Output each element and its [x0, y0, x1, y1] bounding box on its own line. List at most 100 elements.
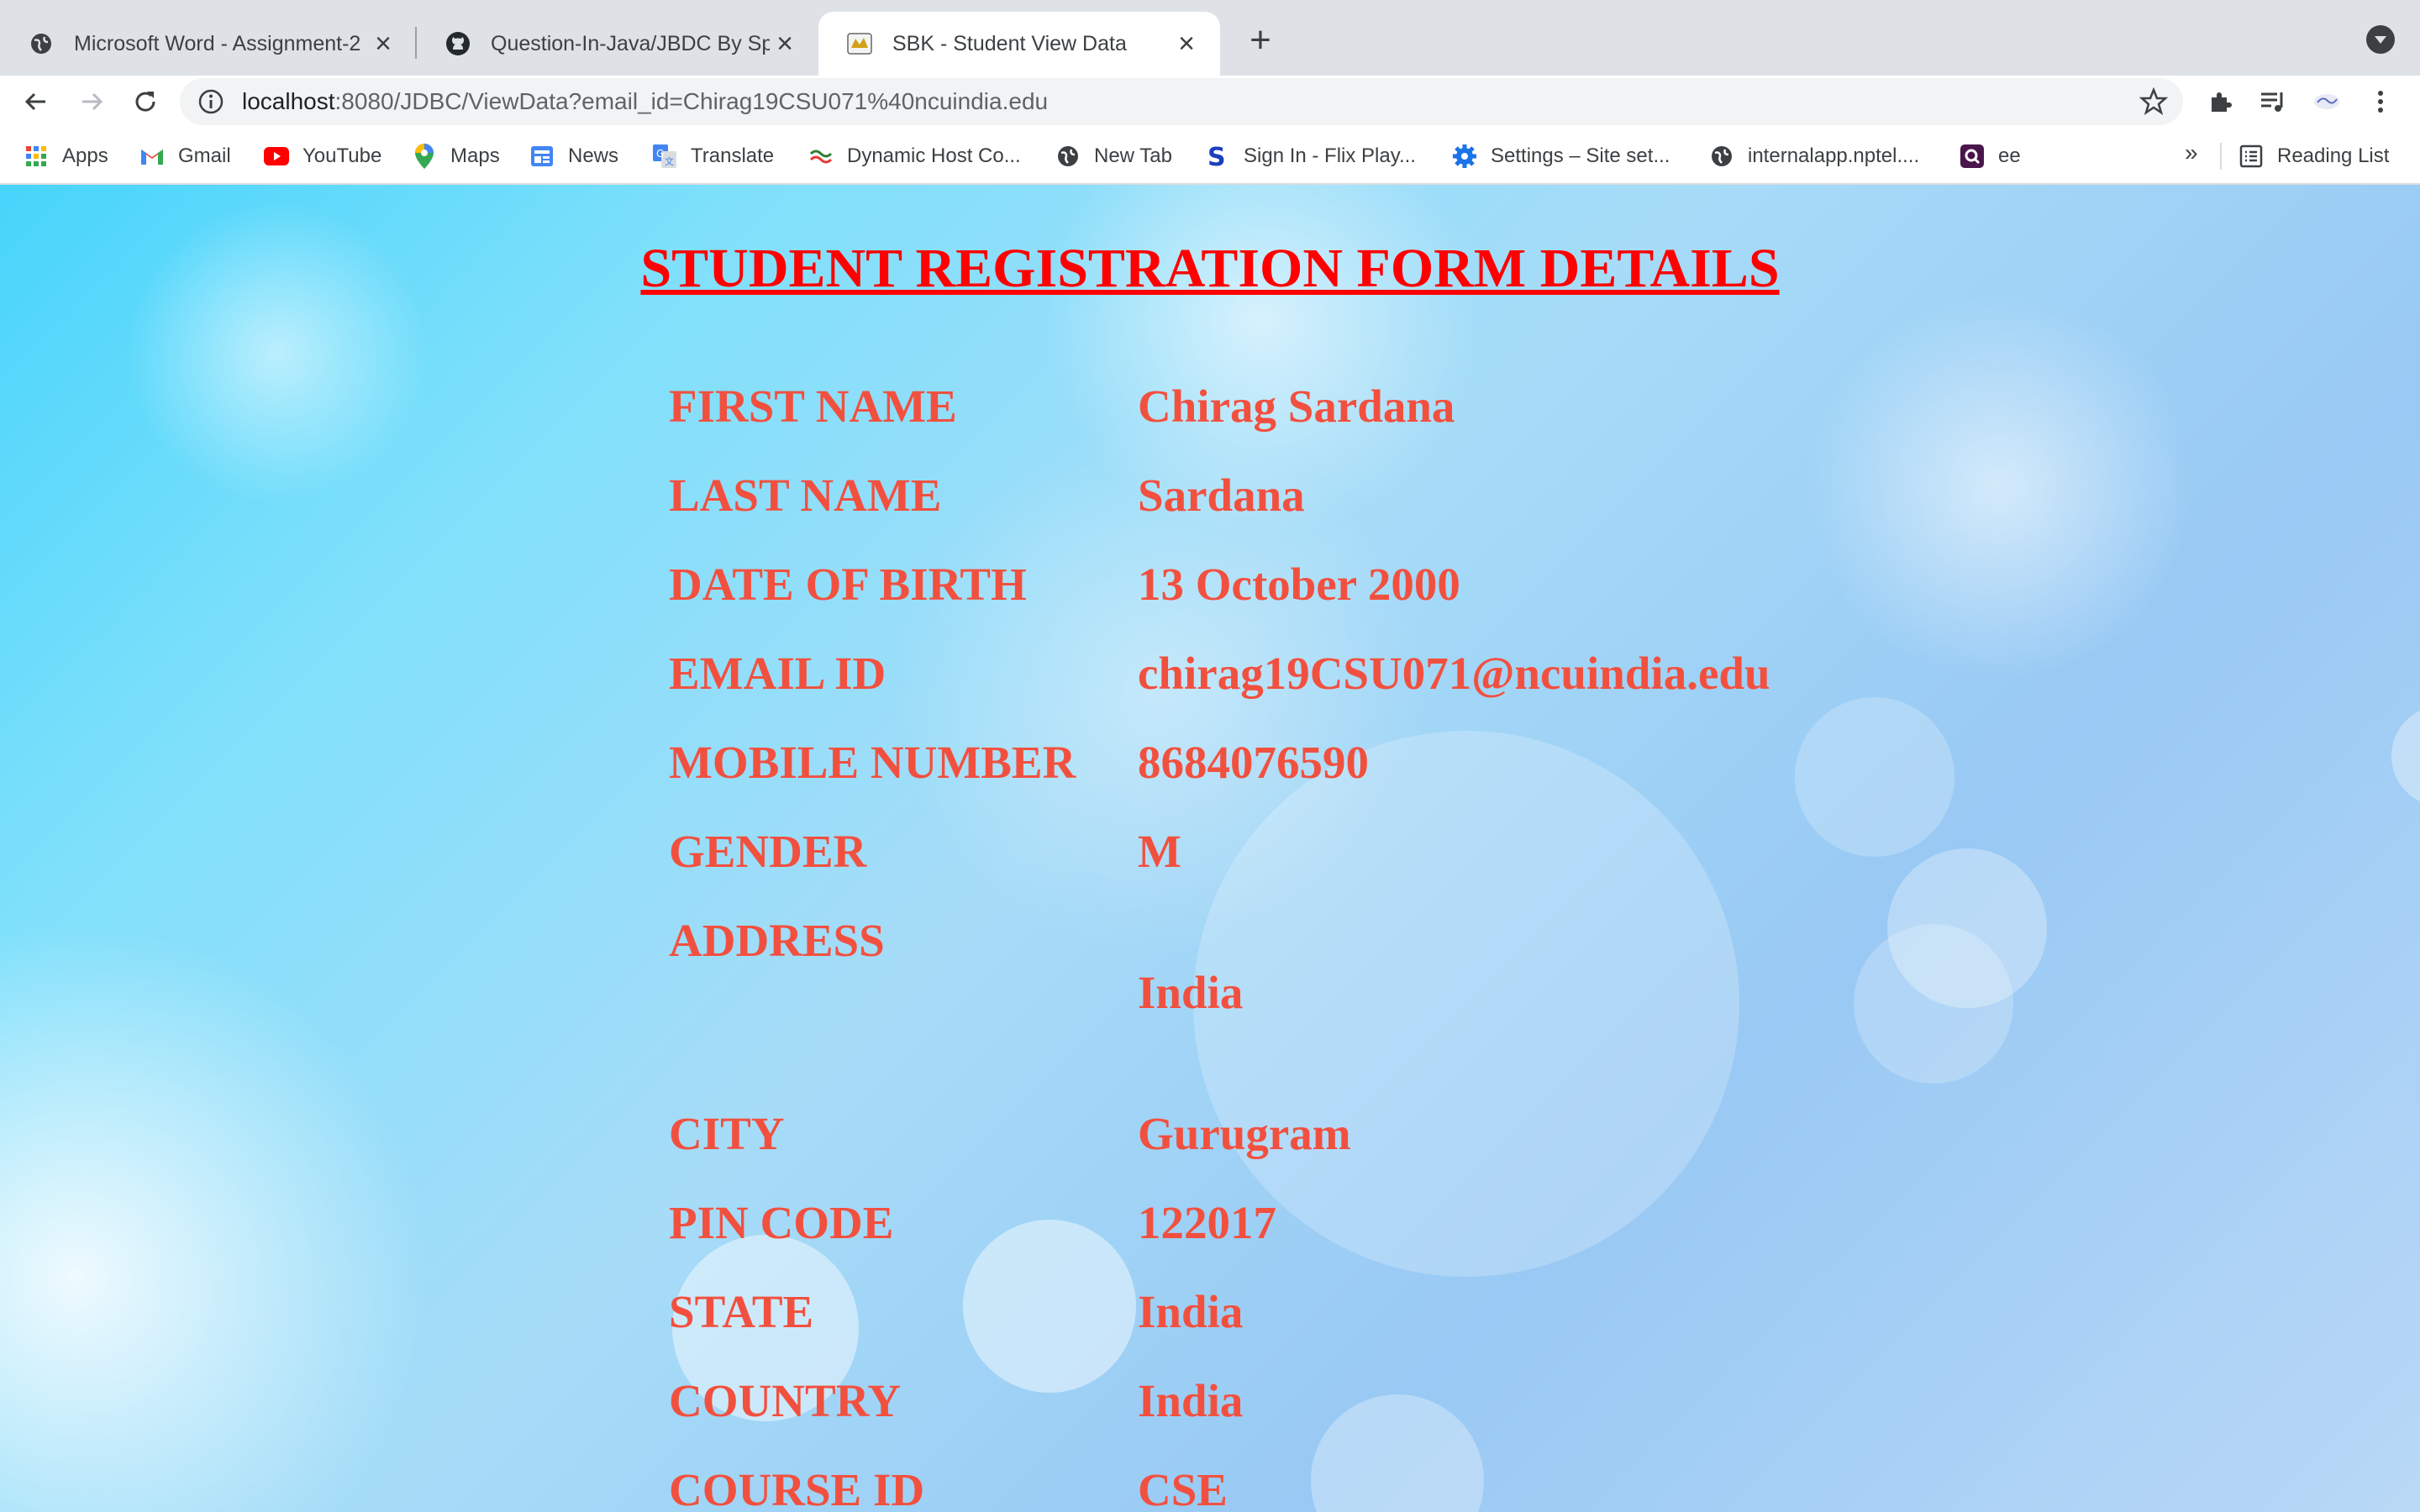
reload-icon	[135, 92, 155, 112]
field-value: M	[1138, 826, 1181, 877]
url-path: :8080/JDBC/ViewData?email_id=Chirag19CSU…	[334, 88, 1049, 114]
bookmark-label: Sign In - Flix Play...	[1244, 144, 1416, 167]
address-url: localhost:8080/JDBC/ViewData?email_id=Ch…	[242, 88, 1048, 115]
bookmarks-divider	[2220, 143, 2222, 170]
reading-list-icon	[2238, 144, 2264, 169]
address-bar[interactable]: localhost:8080/JDBC/ViewData?email_id=Ch…	[180, 78, 2183, 125]
background-bubble	[1854, 924, 2013, 1084]
close-tab-icon[interactable]: ×	[770, 28, 800, 60]
tab-title: Microsoft Word - Assignment-2	[74, 31, 361, 55]
bookmark-label: Translate	[691, 144, 775, 167]
translate-icon: G文	[652, 144, 677, 169]
tab-student-view-data[interactable]: SBK - Student View Data ×	[818, 12, 1220, 76]
field-value: Sardana	[1138, 470, 1305, 521]
globe-icon	[1055, 144, 1081, 169]
field-label: COUNTRY	[669, 1375, 902, 1426]
field-label: CITY	[669, 1108, 785, 1159]
tab-title: SBK - Student View Data	[892, 31, 1127, 55]
tab-word-assignment[interactable]: Microsoft Word - Assignment-2 ×	[0, 12, 417, 76]
github-icon	[445, 31, 471, 56]
background-bubble	[1311, 1394, 1484, 1512]
bookmark-label: Dynamic Host Co...	[847, 144, 1021, 167]
bookmark-gmail[interactable]: Gmail	[139, 139, 231, 173]
bookmarks-bar: Apps Gmail YouTube Maps News G文 Translat…	[0, 128, 2420, 185]
field-value: Gurugram	[1138, 1108, 1351, 1159]
bookmark-maps[interactable]: Maps	[412, 139, 500, 173]
youtube-icon	[264, 144, 289, 169]
bookmark-news[interactable]: News	[529, 139, 618, 173]
bookmark-star-icon[interactable]	[2139, 87, 2168, 116]
field-value: India	[1138, 1286, 1244, 1337]
svg-text:文: 文	[665, 155, 674, 167]
forward-arrow-icon	[82, 92, 103, 111]
kebab-menu-icon	[2378, 91, 2383, 113]
bookmark-dynamic-host[interactable]: Dynamic Host Co...	[808, 139, 1021, 173]
svg-text:S: S	[1207, 144, 1226, 169]
back-button[interactable]	[13, 79, 59, 124]
field-value: 13 October 2000	[1138, 559, 1460, 610]
url-host: localhost	[242, 88, 335, 114]
browser-menu-button[interactable]	[2361, 82, 2400, 121]
close-tab-icon[interactable]: ×	[368, 28, 398, 60]
globe-icon	[1709, 144, 1734, 169]
page-content: STUDENT REGISTRATION FORM DETAILS FIRST …	[0, 185, 2420, 1512]
bookmark-label: News	[568, 144, 619, 167]
bookmark-label: Apps	[62, 144, 108, 167]
globe-icon	[29, 31, 54, 56]
background-bubble	[963, 1220, 1136, 1393]
extensions-button[interactable]	[2202, 82, 2240, 121]
tab-strip: Microsoft Word - Assignment-2 × Question…	[0, 0, 2420, 76]
field-value: Chirag Sardana	[1138, 381, 1455, 432]
bookmark-label: New Tab	[1094, 144, 1172, 167]
site-info-icon[interactable]	[197, 87, 225, 116]
bookmark-flix-play[interactable]: S Sign In - Flix Play...	[1205, 139, 1416, 173]
field-value: India	[1138, 1375, 1244, 1426]
field-label: DATE OF BIRTH	[669, 559, 1027, 610]
field-value: India	[1138, 967, 1244, 1018]
reload-button[interactable]	[123, 79, 168, 124]
bookmark-label: YouTube	[302, 144, 382, 167]
field-value: 8684076590	[1138, 737, 1369, 788]
reading-list-label: Reading List	[2277, 144, 2390, 167]
maps-pin-icon	[412, 144, 437, 169]
close-tab-icon[interactable]: ×	[1171, 28, 1202, 60]
bookmark-ee[interactable]: ee	[1960, 139, 2021, 173]
flix-s-icon: S	[1205, 144, 1230, 169]
reading-list-button[interactable]: Reading List	[2238, 139, 2389, 173]
field-value: chirag19CSU071@ncuindia.edu	[1138, 648, 1770, 699]
bookmark-site-settings[interactable]: Settings – Site set...	[1452, 139, 1670, 173]
back-arrow-icon	[24, 92, 45, 111]
svg-text:G: G	[656, 148, 664, 160]
field-value: CSE	[1138, 1464, 1228, 1512]
field-label: MOBILE NUMBER	[669, 737, 1076, 788]
bookmark-nptel[interactable]: internalapp.nptel....	[1709, 139, 1919, 173]
profile-avatar[interactable]	[2307, 82, 2346, 121]
field-value: 122017	[1138, 1197, 1276, 1248]
media-control-button[interactable]	[2254, 82, 2292, 121]
field-label: FIRST NAME	[669, 381, 957, 432]
bookmark-label: Gmail	[178, 144, 231, 167]
bookmark-new-tab[interactable]: New Tab	[1055, 139, 1172, 173]
apps-grid-icon	[24, 144, 49, 169]
browser-toolbar: localhost:8080/JDBC/ViewData?email_id=Ch…	[0, 76, 2420, 128]
tab-search-dropdown-icon[interactable]	[2366, 25, 2395, 54]
ee-icon	[1960, 144, 1985, 169]
page-title: STUDENT REGISTRATION FORM DETAILS	[640, 238, 1780, 299]
bookmark-label: Maps	[450, 144, 500, 167]
tab-github-question[interactable]: Question-In-Java/JBDC By Sprin ×	[417, 12, 818, 76]
background-bubble	[1193, 731, 1739, 1277]
field-label: LAST NAME	[669, 470, 942, 521]
bookmark-apps[interactable]: Apps	[24, 139, 108, 173]
bookmark-youtube[interactable]: YouTube	[264, 139, 381, 173]
bookmark-label: internalapp.nptel....	[1748, 144, 1920, 167]
new-tab-button[interactable]: +	[1239, 18, 1282, 62]
bookmark-translate[interactable]: G文 Translate	[652, 139, 774, 173]
forward-button[interactable]	[69, 79, 114, 124]
field-label: STATE	[669, 1286, 814, 1337]
news-icon	[529, 144, 555, 169]
bookmarks-overflow-button[interactable]: »	[2185, 139, 2198, 166]
puzzle-icon	[2212, 92, 2232, 112]
bookmark-label: Settings – Site set...	[1491, 144, 1670, 167]
field-label: COURSE ID	[669, 1464, 925, 1512]
field-label: EMAIL ID	[669, 648, 886, 699]
